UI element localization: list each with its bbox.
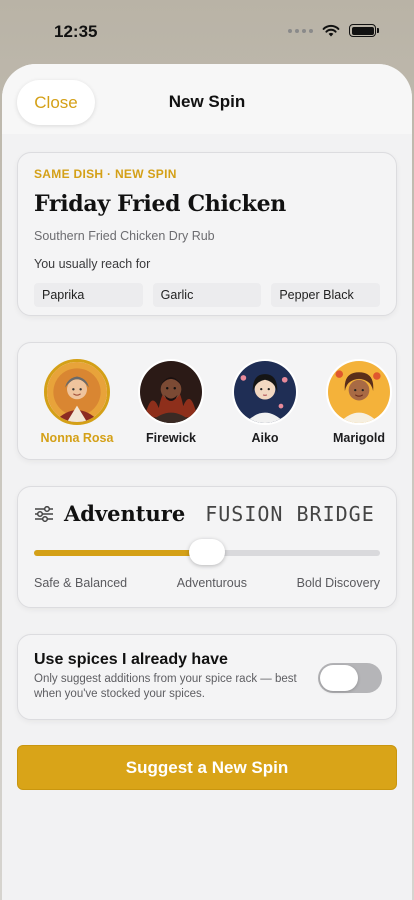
dish-subtitle: Southern Fried Chicken Dry Rub (34, 229, 215, 243)
status-time: 12:35 (54, 22, 98, 41)
spice-option-card: Use spices I already have Only suggest a… (17, 634, 397, 720)
adventure-slider[interactable] (34, 539, 380, 565)
spice-chip: Garlic (152, 283, 262, 307)
chef-name: Marigold (332, 431, 386, 445)
suggest-new-spin-button[interactable]: Suggest a New Spin (17, 745, 397, 790)
dish-eyebrow: SAME DISH · NEW SPIN (34, 167, 177, 181)
chef-option-nonna-rosa[interactable]: Nonna Rosa (30, 359, 124, 445)
spice-chip: Pepper Black (271, 283, 381, 307)
spice-chip: Paprika (34, 283, 143, 307)
page-title: New Spin (168, 92, 246, 111)
chef-option-marigold[interactable]: Marigold (312, 359, 396, 445)
use-spices-toggle[interactable] (318, 663, 382, 693)
chef-name: Nonna Rosa (40, 431, 114, 445)
adventure-title: Adventure (64, 501, 186, 526)
dish-card: SAME DISH · NEW SPIN Friday Fried Chicke… (17, 152, 397, 316)
scale-label-high: Bold Discovery (296, 576, 380, 590)
spice-chips: Paprika Garlic Pepper Black (34, 283, 381, 307)
dish-title: Friday Fried Chicken (34, 191, 286, 217)
scale-label-low: Safe & Balanced (34, 576, 128, 590)
nav-bar: Close New Spin (2, 64, 412, 134)
chef-name: Aiko (251, 431, 279, 445)
slider-thumb[interactable] (189, 539, 225, 565)
toggle-knob (320, 665, 358, 691)
status-bar: 12:35 (0, 0, 414, 64)
avatar (326, 359, 392, 425)
battery-icon (349, 24, 379, 37)
chef-option-aiko[interactable]: Aiko (218, 359, 312, 445)
chef-name: Firewick (145, 431, 197, 445)
chef-row: Nonna Rosa Firewick Aiko Marigold (18, 359, 396, 445)
new-spin-sheet: Close New Spin SAME DISH · NEW SPIN Frid… (2, 64, 412, 900)
wifi-icon (322, 24, 340, 37)
avatar (232, 359, 298, 425)
scale-label-mid: Adventurous (176, 576, 247, 590)
avatar (44, 359, 110, 425)
avatar (138, 359, 204, 425)
adventure-mode: FUSION BRIDGE (205, 501, 375, 526)
status-icons (288, 24, 379, 37)
reach-label: You usually reach for (34, 257, 151, 271)
chef-picker: Nonna Rosa Firewick Aiko Marigold (17, 342, 397, 460)
spice-option-description: Only suggest additions from your spice r… (34, 673, 297, 700)
chef-option-firewick[interactable]: Firewick (124, 359, 218, 445)
sliders-icon (35, 505, 53, 522)
cellular-signal-icon (288, 28, 313, 33)
slider-scale-labels: Safe & Balanced Adventurous Bold Discove… (34, 576, 380, 590)
adventure-header: Adventure FUSION BRIDGE (34, 501, 380, 526)
adventure-card: Adventure FUSION BRIDGE Safe & Balanced … (17, 486, 397, 608)
slider-fill (34, 550, 207, 556)
